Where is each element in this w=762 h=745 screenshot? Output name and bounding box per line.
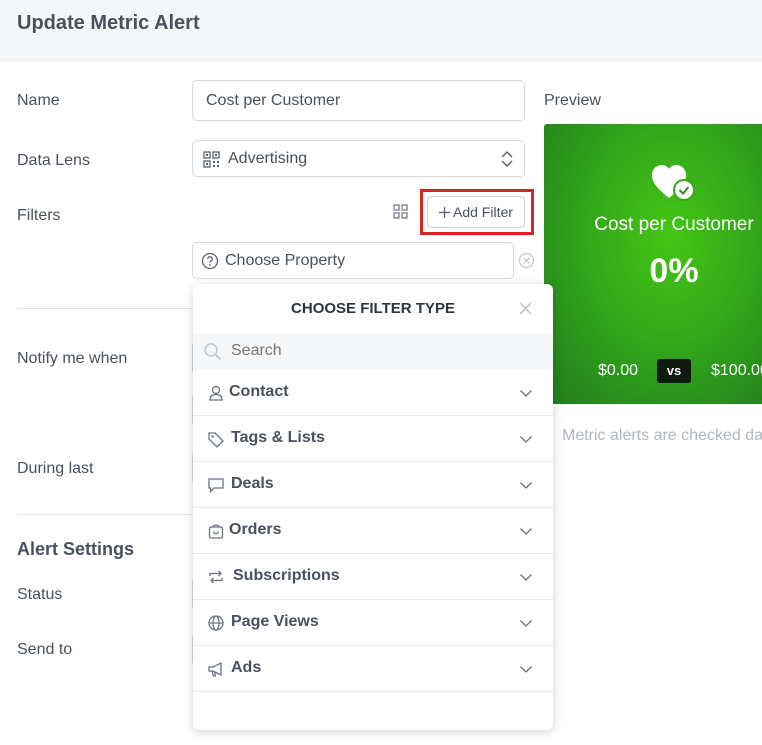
preview-right-value: $100.00	[711, 362, 762, 379]
qr-code-icon	[203, 151, 220, 168]
section-divider	[17, 308, 193, 309]
preview-label: Preview	[544, 92, 601, 109]
filter-type-ads[interactable]: Ads	[193, 646, 553, 692]
chat-bubble-icon	[208, 478, 224, 494]
data-lens-select[interactable]: Advertising	[192, 140, 525, 177]
search-input[interactable]	[231, 339, 531, 363]
chevron-down-icon	[520, 620, 532, 627]
clear-circle-icon[interactable]	[518, 252, 535, 269]
send-to-label: Send to	[17, 641, 73, 658]
dropdown-title: CHOOSE FILTER TYPE	[291, 300, 455, 317]
chevron-down-icon	[520, 666, 532, 673]
filter-type-orders[interactable]: Orders	[193, 508, 553, 554]
chevron-down-icon	[520, 574, 532, 581]
filter-type-label: Ads	[231, 659, 262, 676]
filter-type-tags-lists[interactable]: Tags & Lists	[193, 416, 553, 462]
name-label: Name	[17, 92, 60, 109]
close-icon[interactable]	[519, 302, 532, 315]
data-lens-label: Data Lens	[17, 152, 90, 169]
filter-type-label: Contact	[229, 383, 289, 400]
shop-bag-icon	[208, 524, 224, 539]
chevron-up-down-icon	[501, 151, 513, 167]
data-lens-value: Advertising	[228, 150, 308, 167]
alert-settings-heading: Alert Settings	[17, 539, 135, 559]
add-filter-label: Add Filter	[453, 204, 513, 220]
filter-type-label: Page Views	[231, 613, 319, 630]
preview-metric-name: Cost per Customer	[594, 214, 754, 235]
megaphone-icon	[208, 661, 222, 677]
vs-badge: vs	[657, 359, 691, 383]
filter-type-label: Subscriptions	[233, 567, 340, 584]
filter-type-dropdown: CHOOSE FILTER TYPE Contact Tags & Lists …	[193, 284, 553, 730]
filter-type-label: Deals	[231, 475, 274, 492]
search-icon	[204, 343, 222, 361]
filter-type-label: Orders	[229, 521, 282, 538]
section-divider	[17, 514, 193, 515]
add-filter-button[interactable]: Add Filter	[427, 196, 525, 228]
chevron-down-icon	[520, 528, 532, 535]
choose-property-select[interactable]: Choose Property	[192, 242, 514, 279]
preview-left-value: $0.00	[598, 362, 639, 379]
question-circle-icon	[201, 252, 219, 270]
choose-property-label: Choose Property	[225, 252, 346, 269]
name-input-value: Cost per Customer	[206, 92, 341, 109]
filter-type-subscriptions[interactable]: Subscriptions	[193, 554, 553, 600]
globe-icon	[208, 615, 224, 631]
notify-label: Notify me when	[17, 350, 128, 367]
grid-icon[interactable]	[393, 204, 408, 219]
tag-icon	[208, 432, 224, 448]
preview-note: Metric alerts are checked da	[562, 427, 762, 444]
filters-label: Filters	[17, 207, 61, 224]
plus-icon	[439, 207, 450, 218]
chevron-down-icon	[520, 390, 532, 397]
chevron-down-icon	[520, 482, 532, 489]
preview-card: Cost per Customer 0% $0.00 vs $100.00	[544, 124, 762, 404]
chevron-down-icon	[520, 436, 532, 443]
filter-type-deals[interactable]: Deals	[193, 462, 553, 508]
heart-check-icon	[652, 165, 695, 201]
filter-type-label: Tags & Lists	[231, 429, 325, 446]
page-header: Update Metric Alert	[0, 0, 762, 61]
search-bar	[193, 333, 553, 370]
page-title: Update Metric Alert	[17, 12, 200, 34]
filter-type-page-views[interactable]: Page Views	[193, 600, 553, 646]
during-last-label: During last	[17, 460, 94, 477]
repeat-icon	[209, 570, 223, 584]
filter-type-contact[interactable]: Contact	[193, 370, 553, 416]
person-icon	[209, 385, 223, 401]
name-input[interactable]: Cost per Customer	[192, 80, 525, 121]
preview-percent: 0%	[649, 252, 699, 290]
status-label: Status	[17, 586, 63, 603]
